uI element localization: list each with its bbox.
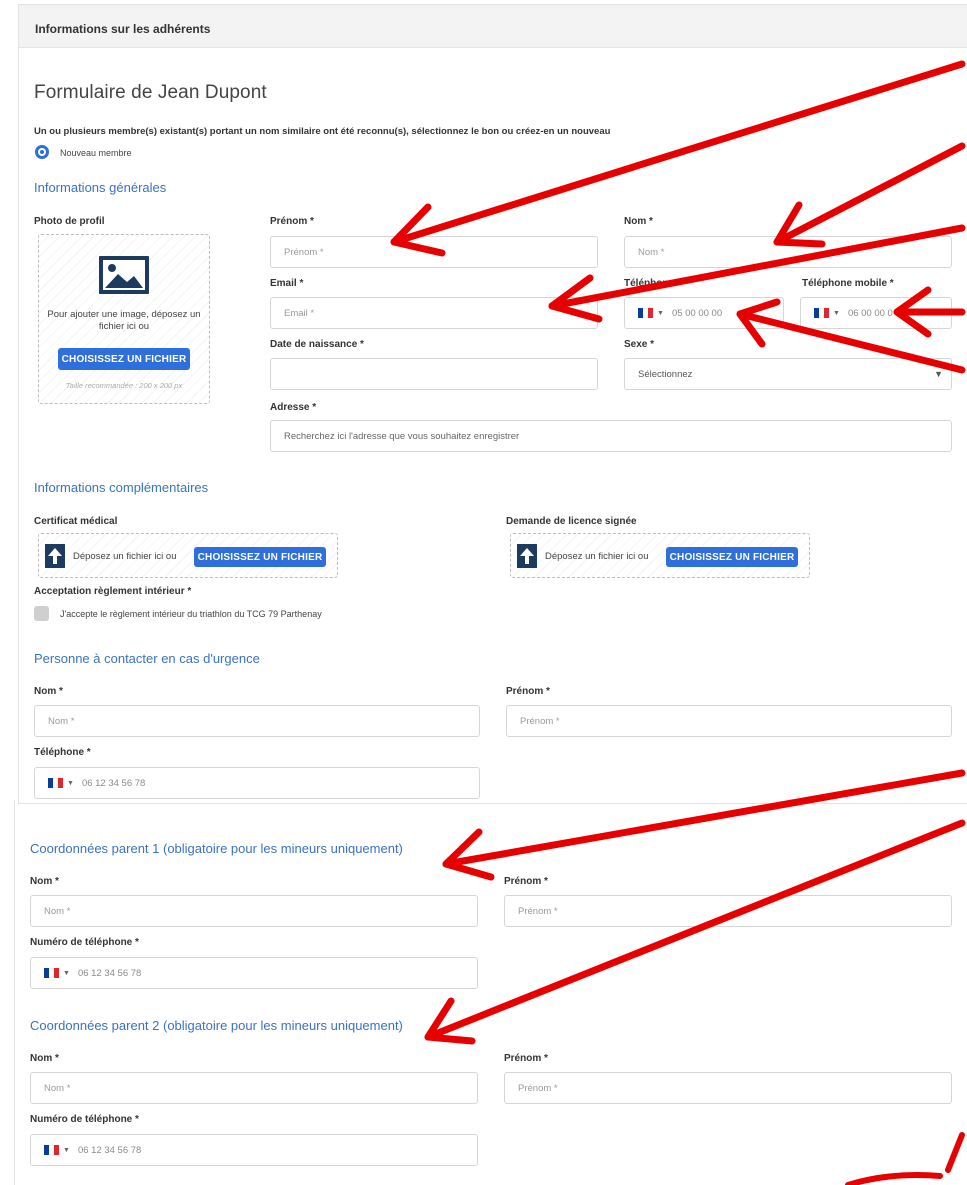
form-title: Formulaire de Jean Dupont	[34, 82, 267, 103]
flag-fr-icon[interactable]	[814, 308, 829, 318]
parent1-firstname-input[interactable]: Prénom *	[504, 895, 952, 927]
address-input[interactable]: Recherchez ici l'adresse que vous souhai…	[270, 420, 952, 452]
flag-fr-icon[interactable]	[48, 778, 63, 788]
parent1-phone-input[interactable]: ▼ 06 12 34 56 78	[30, 957, 478, 989]
emergency-phone-input[interactable]: ▼ 06 12 34 56 78	[34, 767, 480, 799]
license-label: Demande de licence signée	[506, 516, 637, 527]
chevron-down-icon: ▼	[63, 1146, 70, 1154]
email-label: Email *	[270, 278, 304, 289]
parent1-firstname-label: Prénom *	[504, 876, 548, 887]
photo-drop-text: Pour ajouter une image, déposez un fichi…	[47, 309, 201, 332]
parent1-phone-value: 06 12 34 56 78	[77, 967, 142, 979]
certificate-choose-file-button[interactable]: CHOISISSEZ UN FICHIER	[194, 547, 326, 567]
mobile-value: 06 00 00 0	[847, 307, 893, 319]
license-dropzone[interactable]: Déposez un fichier ici ou CHOISISSEZ UN …	[510, 533, 810, 578]
flag-fr-icon[interactable]	[638, 308, 653, 318]
certificate-dropzone[interactable]: Déposez un fichier ici ou CHOISISSEZ UN …	[38, 533, 338, 578]
sex-label: Sexe *	[624, 339, 655, 350]
emergency-firstname-label: Prénom *	[506, 686, 550, 697]
new-member-label: Nouveau membre	[60, 148, 132, 158]
parent2-lastname-label: Nom *	[30, 1053, 59, 1064]
parent2-phone-input[interactable]: ▼ 06 12 34 56 78	[30, 1134, 478, 1166]
chevron-down-icon: ▼	[657, 309, 664, 317]
license-drop-text: Déposez un fichier ici ou	[545, 551, 649, 562]
birthdate-label: Date de naissance *	[270, 339, 364, 350]
lastname-input[interactable]: Nom *	[624, 236, 952, 268]
upload-icon	[45, 544, 65, 568]
emergency-lastname-label: Nom *	[34, 686, 63, 697]
chevron-down-icon: ▼	[67, 779, 74, 787]
parents-panel	[14, 800, 967, 1185]
section-title-general: Informations générales	[34, 180, 167, 195]
emergency-lastname-input[interactable]: Nom *	[34, 705, 480, 737]
image-icon	[99, 256, 149, 294]
panel-header: Informations sur les adhérents	[19, 5, 967, 48]
rules-checkbox[interactable]	[34, 606, 49, 621]
parent2-phone-value: 06 12 34 56 78	[77, 1144, 142, 1156]
birthdate-input[interactable]	[270, 358, 598, 390]
section-title-emergency: Personne à contacter en cas d'urgence	[34, 651, 260, 666]
mobile-label: Téléphone mobile *	[802, 278, 894, 289]
new-member-radio[interactable]	[35, 145, 49, 159]
address-label: Adresse *	[270, 402, 317, 413]
parent2-lastname-input[interactable]: Nom *	[30, 1072, 478, 1104]
flag-fr-icon[interactable]	[44, 1145, 59, 1155]
firstname-input[interactable]: Prénom *	[270, 236, 598, 268]
photo-label: Photo de profil	[34, 216, 105, 227]
parent2-firstname-label: Prénom *	[504, 1053, 548, 1064]
lastname-label: Nom *	[624, 216, 653, 227]
email-input[interactable]: Email *	[270, 297, 598, 329]
similar-members-note: Un ou plusieurs membre(s) existant(s) po…	[34, 126, 611, 137]
member-info-panel: Informations sur les adhérents	[18, 4, 967, 804]
photo-choose-file-button[interactable]: CHOISISSEZ UN FICHIER	[58, 348, 190, 370]
certificate-label: Certificat médical	[34, 516, 118, 527]
upload-icon	[517, 544, 537, 568]
parent1-lastname-label: Nom *	[30, 876, 59, 887]
photo-size-hint: Taille recommandée : 200 x 200 px	[65, 381, 183, 390]
rules-checkbox-text: J'accepte le règlement intérieur du tria…	[60, 609, 322, 619]
flag-fr-icon[interactable]	[44, 968, 59, 978]
rules-label: Acceptation règlement intérieur *	[34, 586, 192, 597]
firstname-label: Prénom *	[270, 216, 314, 227]
emergency-firstname-input[interactable]: Prénom *	[506, 705, 952, 737]
emergency-phone-label: Téléphone *	[34, 747, 91, 758]
parent2-phone-label: Numéro de téléphone *	[30, 1114, 139, 1125]
parent1-phone-label: Numéro de téléphone *	[30, 937, 139, 948]
chevron-down-icon: ▼	[934, 369, 943, 379]
mobile-input[interactable]: ▼ 06 00 00 0	[800, 297, 952, 329]
emergency-phone-value: 06 12 34 56 78	[81, 777, 146, 789]
photo-dropzone[interactable]: Pour ajouter une image, déposez un fichi…	[38, 234, 210, 404]
phone-value: 05 00 00 00	[671, 307, 723, 319]
section-title-parent1: Coordonnées parent 1 (obligatoire pour l…	[30, 841, 403, 856]
section-title-parent2: Coordonnées parent 2 (obligatoire pour l…	[30, 1018, 403, 1033]
parent2-firstname-input[interactable]: Prénom *	[504, 1072, 952, 1104]
chevron-down-icon: ▼	[833, 309, 840, 317]
parent1-lastname-input[interactable]: Nom *	[30, 895, 478, 927]
section-title-complementary: Informations complémentaires	[34, 480, 209, 495]
sex-select[interactable]: Sélectionnez ▼	[624, 358, 952, 390]
certificate-drop-text: Déposez un fichier ici ou	[73, 551, 177, 562]
license-choose-file-button[interactable]: CHOISISSEZ UN FICHIER	[666, 547, 798, 567]
phone-input[interactable]: ▼ 05 00 00 00	[624, 297, 784, 329]
sex-select-value: Sélectionnez	[638, 368, 693, 380]
phone-label: Téléphone *	[624, 278, 681, 289]
chevron-down-icon: ▼	[63, 969, 70, 977]
